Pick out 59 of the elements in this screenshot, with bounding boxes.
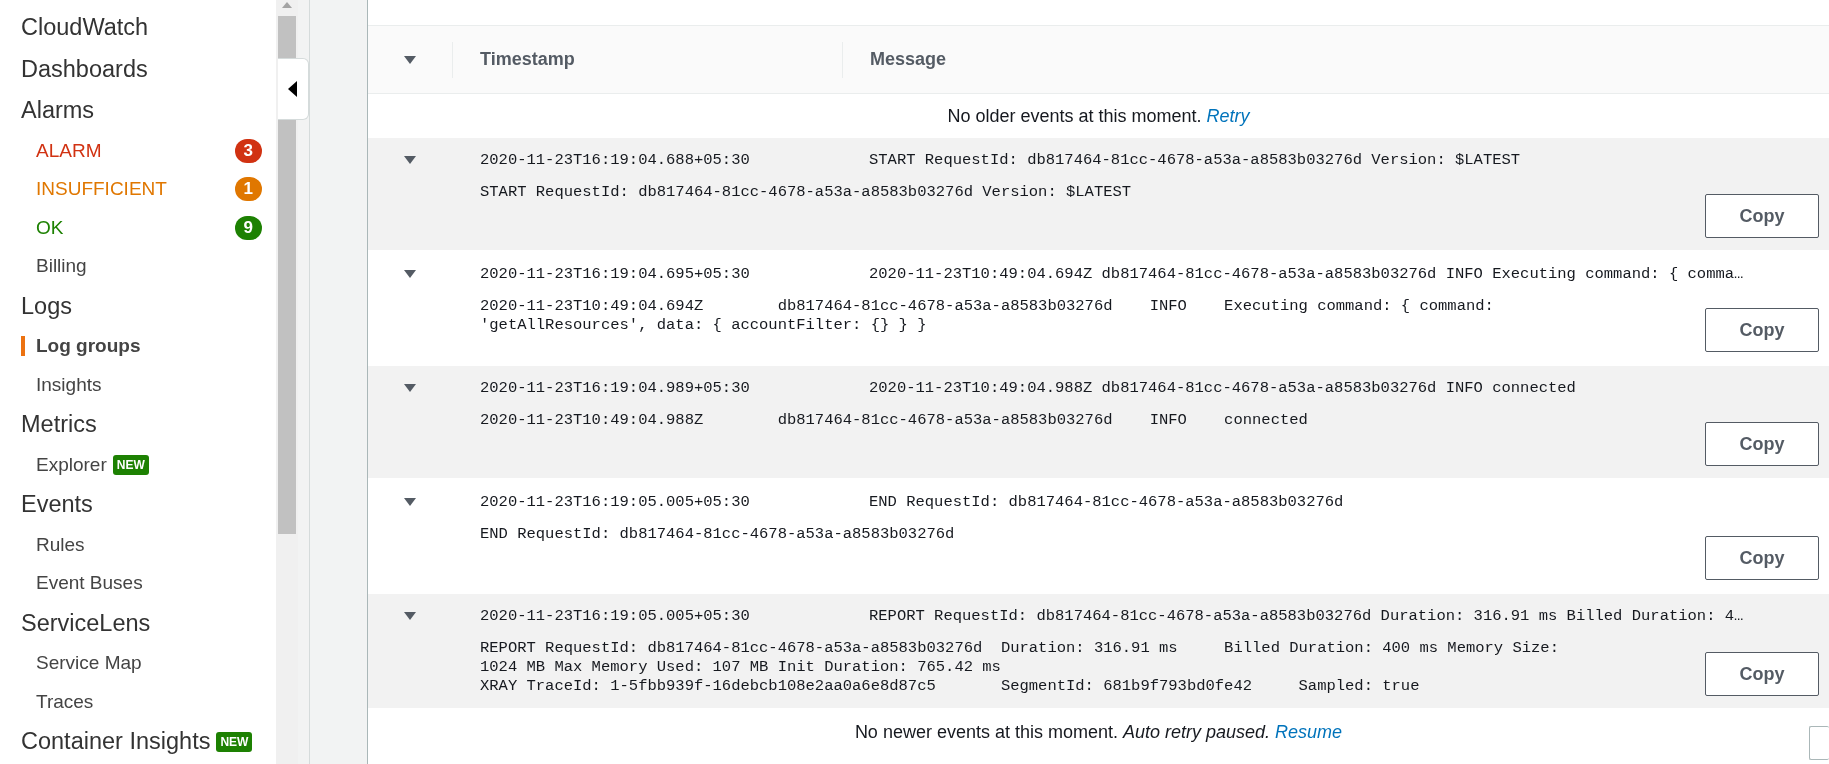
nav-link[interactable]: ALARM	[36, 139, 102, 162]
column-header[interactable]: Timestamp	[452, 41, 842, 78]
notice-link[interactable]: Resume	[1275, 721, 1343, 743]
caret-down-icon[interactable]	[403, 54, 417, 65]
nav-section[interactable]: Metrics	[21, 411, 97, 439]
nav-section[interactable]: Alarms	[21, 97, 95, 125]
caret-left-icon	[288, 81, 298, 97]
column-header[interactable]: Message	[842, 41, 947, 78]
nav-section[interactable]: Events	[21, 491, 93, 519]
nav-section[interactable]: Dashboards	[21, 55, 148, 83]
copy-button[interactable]: Copy	[1705, 308, 1819, 352]
nav-section[interactable]: Container Insights	[21, 728, 211, 756]
message-cell-text: START RequestId: db817464-81cc-4678-a53a-a8583b03276d Version: $LATEST	[868, 150, 1522, 169]
timestamp-cell-text: 2020-11-23T16:19:05.005+05:30	[479, 492, 751, 511]
caret-down-icon[interactable]	[403, 269, 417, 279]
nav-link[interactable]: Service Map	[36, 652, 142, 675]
caret-down-icon[interactable]	[403, 611, 417, 621]
notice-text: No newer events at this moment.	[854, 721, 1118, 743]
new-tag: NEW	[112, 454, 149, 475]
event-detail: 2020-11-23T10:49:04.988Z db817464-81cc-4678-a53a-a8583b03276d INFO connected	[480, 411, 1309, 431]
collapse-button[interactable]	[278, 58, 309, 120]
copy-button[interactable]: Copy	[1705, 536, 1819, 580]
notice-text: No older events at this moment.	[947, 105, 1202, 127]
nav-link[interactable]: OK	[36, 216, 64, 239]
message-cell-text: 2020-11-23T10:49:04.988Z db817464-81cc-4678-a53a-a8583b03276d INFO connected	[868, 378, 1577, 397]
nav-link[interactable]: Log groups	[36, 335, 141, 358]
timestamp-cell-text: 2020-11-23T16:19:04.989+05:30	[479, 378, 751, 397]
notice-link[interactable]: Retry	[1206, 105, 1250, 127]
message-cell-text: REPORT RequestId: db817464-81cc-4678-a53a-a8583b03276d Duration: 316.91 ms Billed Duration: 4…	[868, 606, 1745, 625]
nav-link[interactable]: Event Buses	[36, 572, 143, 595]
event-detail: END RequestId: db817464-81cc-4678-a53a-a8583b03276d	[480, 525, 956, 545]
caret-down-icon[interactable]	[403, 497, 417, 507]
nav-link[interactable]: Insights	[36, 373, 102, 396]
timestamp-cell-text: 2020-11-23T16:19:04.695+05:30	[479, 264, 751, 283]
event-detail: START RequestId: db817464-81cc-4678-a53a-a8583b03276d Version: $LATEST	[480, 183, 1133, 203]
nav-link[interactable]: Traces	[36, 690, 94, 713]
nav-section[interactable]: ServiceLens	[21, 609, 151, 637]
nav-link[interactable]: Rules	[36, 533, 85, 556]
message-cell-text: END RequestId: db817464-81cc-4678-a53a-a8583b03276d	[868, 492, 1345, 511]
nav-link[interactable]: Explorer	[36, 453, 107, 476]
timestamp-cell-text: 2020-11-23T16:19:04.688+05:30	[479, 150, 751, 169]
caret-down-icon[interactable]	[403, 155, 417, 165]
caret-down-icon[interactable]	[403, 383, 417, 393]
count-badge: 9	[234, 215, 262, 240]
message-cell-text: 2020-11-23T10:49:04.694Z db817464-81cc-4678-a53a-a8583b03276d INFO Executing command: { comma…	[868, 264, 1745, 283]
nav-link[interactable]: Billing	[36, 255, 87, 278]
nav-section[interactable]: CloudWatch	[21, 14, 149, 42]
nav-section[interactable]: Logs	[21, 292, 72, 320]
new-tag: NEW	[216, 731, 253, 752]
notice-note: Auto retry paused.	[1123, 721, 1271, 743]
copy-button[interactable]: Copy	[1705, 652, 1819, 696]
event-detail: 2020-11-23T10:49:04.694Z db817464-81cc-4678-a53a-a8583b03276d INFO Executing command: { command: 'getAllResources', data: { accountFilter: {} } }	[480, 297, 1495, 336]
copy-button[interactable]: Copy	[1705, 422, 1819, 466]
event-detail: REPORT RequestId: db817464-81cc-4678-a53a-a8583b03276d Duration: 316.91 ms Billed Duration: 400 ms Memory Size: 1024 MB Max Memory Used: 107 MB Init Duration: 765.42 ms XRAY TraceId: 1-5fbb939f-16debcb108e2aa0a6e8d87c5 SegmentId: 681b9f793bd0fe42 Sampled: true	[480, 639, 1560, 696]
copy-button[interactable]: Copy	[1705, 194, 1819, 238]
count-badge: 1	[234, 177, 262, 202]
scrollbar[interactable]	[276, 0, 298, 764]
timestamp-cell-text: 2020-11-23T16:19:05.005+05:30	[479, 606, 751, 625]
count-badge: 3	[234, 138, 262, 163]
